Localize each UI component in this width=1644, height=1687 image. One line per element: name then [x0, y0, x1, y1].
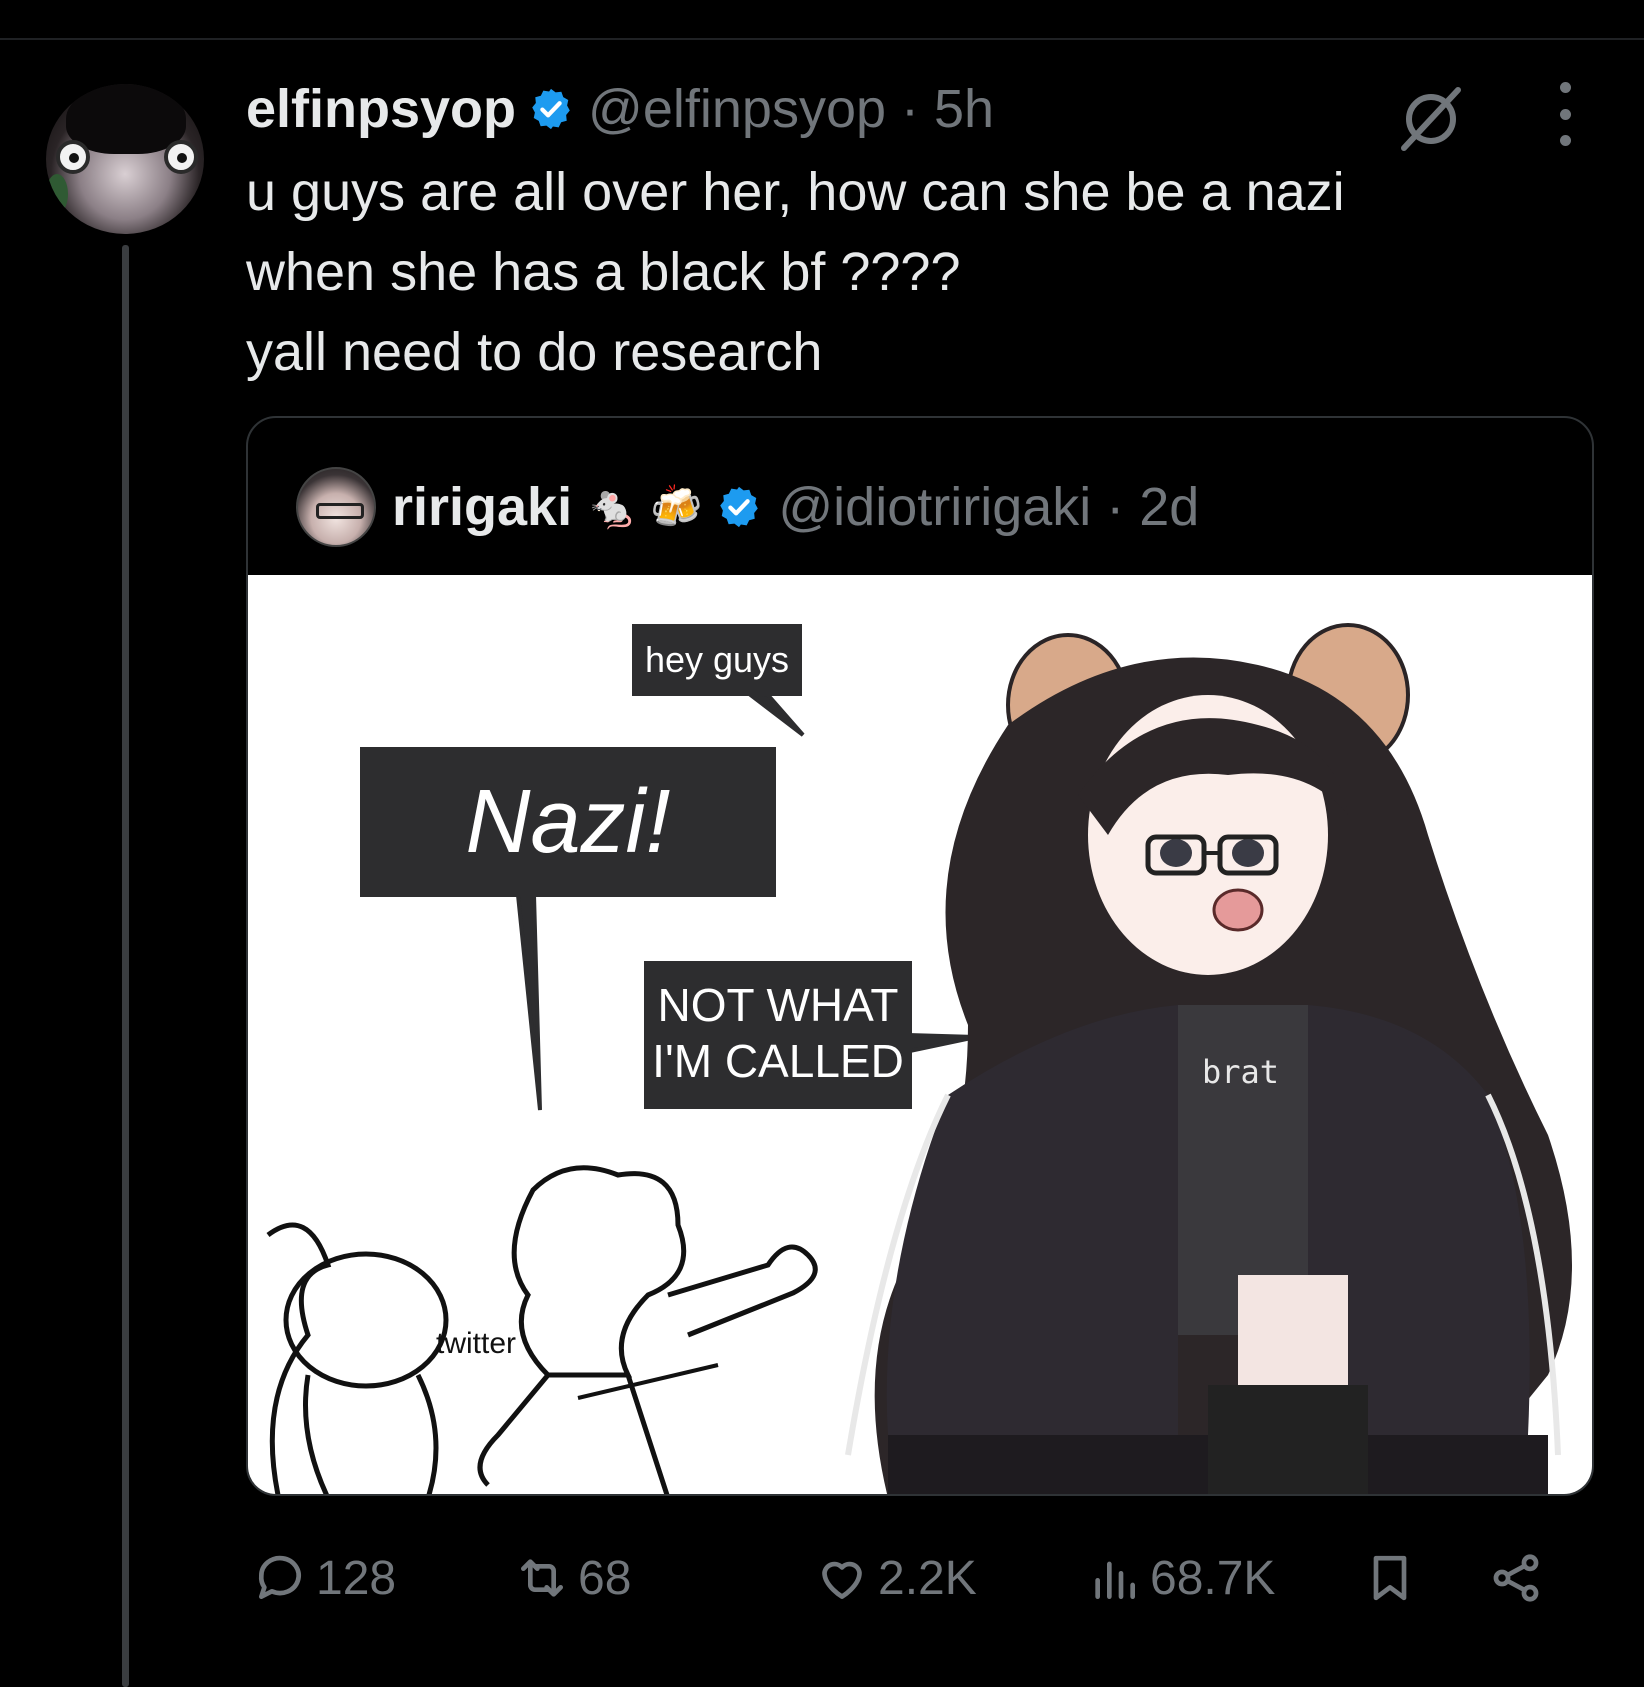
author-avatar[interactable] [46, 84, 204, 234]
share-button[interactable] [1488, 1538, 1544, 1618]
like-icon [822, 1561, 862, 1599]
quoted-author-emojis: 🐁 🍻 [586, 482, 703, 530]
speech-bubble-hey: hey guys [632, 624, 802, 696]
post-text: u guys are all over her, how can she be … [246, 152, 1576, 392]
post-text-line: when she has a black bf ???? [246, 242, 961, 302]
more-icon[interactable] [1552, 82, 1578, 146]
verified-badge-icon [532, 88, 570, 130]
post-action-bar: 128 68 2.2K 68.7K [252, 1538, 1582, 1618]
views-icon [1095, 1561, 1135, 1599]
quoted-post-card[interactable]: ririgaki 🐁 🍻 @idiotririgaki · 2d hey guy… [246, 416, 1594, 1496]
repost-count: 68 [578, 1551, 632, 1605]
quoted-author-handle-time[interactable]: @idiotririgaki · 2d [778, 476, 1199, 538]
thread-connector-line [122, 245, 129, 1687]
author-handle-time[interactable]: @elfinpsyop · 5h [588, 78, 994, 140]
share-icon [1493, 1554, 1539, 1602]
post-text-line: u guys are all over her, how can she be … [246, 162, 1345, 222]
quoted-author-display-name[interactable]: ririgaki [392, 476, 572, 538]
views-count: 68.7K [1150, 1551, 1276, 1605]
like-button[interactable]: 2.2K [814, 1538, 977, 1618]
bookmark-button[interactable] [1362, 1538, 1418, 1618]
quoted-post-header: ririgaki 🐁 🍻 @idiotririgaki · 2d [296, 466, 1199, 548]
quoted-post-image[interactable]: hey guys Nazi! NOT WHAT I'M CALLED twitt… [248, 575, 1592, 1494]
post-header: elfinpsyop @elfinpsyop · 5h [246, 74, 994, 144]
quoted-author-avatar[interactable] [296, 467, 376, 547]
author-display-name[interactable]: elfinpsyop [246, 78, 516, 140]
shirt-text: brat [1202, 1053, 1280, 1091]
speech-bubble-nazi: Nazi! [360, 747, 776, 897]
repost-button[interactable]: 68 [514, 1538, 631, 1618]
speech-bubble-line: I'M CALLED [652, 1035, 904, 1087]
speech-bubble-not-what: NOT WHAT I'M CALLED [644, 961, 912, 1109]
speech-bubble-line: NOT WHAT [657, 979, 899, 1031]
reply-count: 128 [316, 1551, 397, 1605]
repost-icon [521, 1559, 563, 1597]
top-divider [0, 38, 1644, 40]
reply-icon [258, 1555, 301, 1599]
post-text-line: yall need to do research [246, 322, 823, 382]
bookmark-icon [1373, 1555, 1407, 1601]
like-count: 2.2K [878, 1551, 977, 1605]
grok-icon[interactable] [1394, 82, 1468, 156]
meme-label-twitter: twitter [436, 1327, 517, 1360]
views-button[interactable]: 68.7K [1086, 1538, 1275, 1618]
reply-button[interactable]: 128 [252, 1538, 396, 1618]
verified-badge-icon [720, 486, 759, 528]
